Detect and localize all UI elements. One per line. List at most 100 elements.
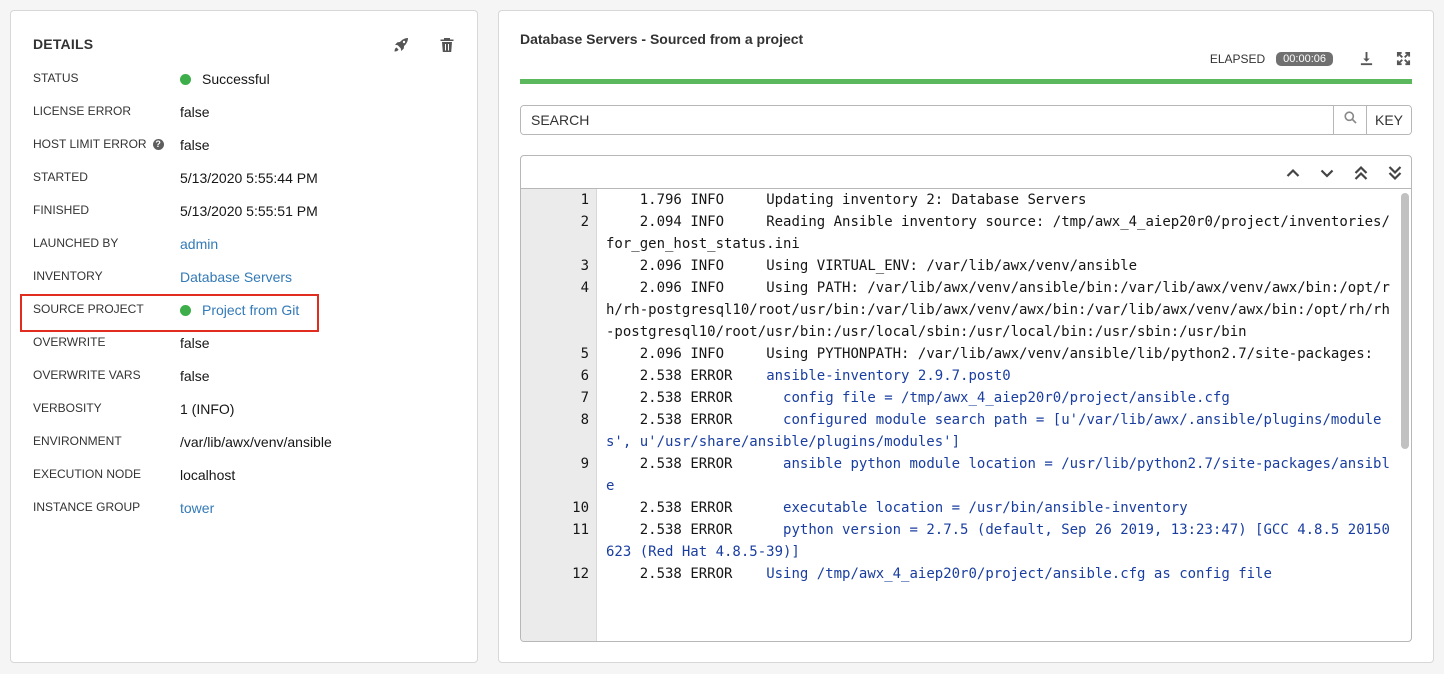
detail-label-text: EXECUTION NODE [33, 467, 142, 481]
detail-value-text[interactable]: tower [180, 500, 214, 516]
log-line: 3 2.096 INFO Using VIRTUAL_ENV: /var/lib… [521, 255, 1397, 277]
search-bar: KEY [520, 105, 1412, 135]
log-level: ERROR [690, 390, 733, 406]
detail-label: STATUS [33, 71, 79, 85]
detail-value-link[interactable]: Database Servers [180, 269, 292, 285]
log-scrollbar[interactable] [1401, 193, 1409, 449]
log-time: 2.094 [639, 214, 682, 230]
help-icon[interactable]: ? [152, 138, 164, 150]
log-level: INFO [690, 346, 725, 362]
line-number: 7 [580, 390, 589, 406]
detail-label: ENVIRONMENT [33, 434, 122, 448]
elapsed-label: ELAPSED [1209, 51, 1266, 66]
detail-label: OVERWRITE VARS [33, 368, 141, 382]
chevron-up-icon[interactable] [1285, 165, 1301, 181]
log-line: 10 2.538 ERROR executable location = /us… [521, 497, 1397, 519]
detail-value-text: 5/13/2020 5:55:51 PM [180, 203, 318, 219]
detail-label-text: HOST LIMIT ERROR [33, 137, 147, 151]
detail-value: false [180, 137, 210, 153]
log-text: 2.096 INFO Using PATH: /var/lib/awx/venv… [597, 277, 1397, 343]
log-text: 2.538 ERROR ansible python module locati… [597, 453, 1397, 497]
detail-row: HOST LIMIT ERROR? false [33, 131, 453, 164]
log-level: ERROR [690, 456, 733, 472]
detail-value-text: false [180, 137, 210, 153]
log-text: 2.538 ERROR python version = 2.7.5 (defa… [597, 519, 1397, 563]
log-line: 9 2.538 ERROR ansible python module loca… [521, 453, 1397, 497]
log-time: 2.538 [639, 500, 682, 516]
detail-value-link[interactable]: tower [180, 500, 214, 516]
detail-value-text: 1 (INFO) [180, 401, 235, 417]
log-line: 2 2.094 INFO Reading Ansible inventory s… [521, 211, 1397, 255]
detail-value: /var/lib/awx/venv/ansible [180, 434, 332, 450]
log-line: 12 2.538 ERROR Using /tmp/awx_4_aiep20r0… [521, 563, 1397, 585]
detail-label-text: OVERWRITE [33, 335, 106, 349]
chevron-down-icon[interactable] [1319, 165, 1335, 181]
log-line: 5 2.096 INFO Using PYTHONPATH: /var/lib/… [521, 343, 1397, 365]
log-time: 1.796 [639, 192, 682, 208]
detail-value-text[interactable]: Database Servers [180, 269, 292, 285]
detail-value-text: false [180, 335, 210, 351]
double-chevron-down-icon[interactable] [1387, 165, 1403, 181]
detail-label-text: STATUS [33, 71, 79, 85]
log-message: Using PATH: /var/lib/awx/venv/ansible/bi… [606, 280, 1390, 340]
detail-row: INSTANCE GROUP tower [33, 494, 453, 527]
download-icon[interactable] [1359, 51, 1374, 66]
line-number: 10 [572, 500, 589, 516]
detail-value-text: false [180, 368, 210, 384]
detail-value: false [180, 335, 210, 351]
line-number: 9 [580, 456, 589, 472]
line-number: 11 [572, 522, 589, 538]
line-number: 6 [580, 368, 589, 384]
log-scroll-controls [1285, 165, 1403, 181]
detail-value-text[interactable]: admin [180, 236, 218, 252]
detail-value: 5/13/2020 5:55:44 PM [180, 170, 318, 186]
key-button[interactable]: KEY [1366, 106, 1411, 134]
log-level: ERROR [690, 500, 733, 516]
details-actions [393, 37, 455, 53]
detail-value-link[interactable]: admin [180, 236, 218, 252]
log-text: 2.096 INFO Using PYTHONPATH: /var/lib/aw… [597, 343, 1397, 365]
details-title: DETAILS [33, 36, 94, 52]
log-level: ERROR [690, 368, 733, 384]
log-text: 2.094 INFO Reading Ansible inventory sou… [597, 211, 1397, 255]
log-message: ansible-inventory 2.9.7.post0 [766, 368, 1011, 384]
detail-value: false [180, 368, 210, 384]
job-progress-fill [520, 79, 1412, 84]
output-title: Database Servers - Sourced from a projec… [520, 31, 804, 47]
job-output-panel: Database Servers - Sourced from a projec… [498, 10, 1434, 663]
search-button[interactable] [1333, 106, 1366, 134]
log-text: 2.096 INFO Using VIRTUAL_ENV: /var/lib/a… [597, 255, 1397, 277]
status-dot-icon [180, 73, 191, 85]
log-time: 2.538 [639, 522, 682, 538]
detail-value: Successful [180, 71, 270, 87]
log-level: INFO [690, 192, 725, 208]
detail-label: STARTED [33, 170, 88, 184]
expand-icon[interactable] [1396, 51, 1411, 66]
line-number: 1 [580, 192, 589, 208]
log-level: INFO [690, 280, 725, 296]
detail-value-text: localhost [180, 467, 236, 483]
log-level: ERROR [690, 522, 733, 538]
line-number: 2 [580, 214, 589, 230]
log-line: 7 2.538 ERROR config file = /tmp/awx_4_a… [521, 387, 1397, 409]
detail-value-text: 5/13/2020 5:55:44 PM [180, 170, 318, 186]
elapsed-area: ELAPSED 00:00:06 [1210, 51, 1411, 66]
log-time: 2.096 [639, 280, 682, 296]
log-line: 4 2.096 INFO Using PATH: /var/lib/awx/ve… [521, 277, 1397, 343]
elapsed-badge: 00:00:06 [1276, 51, 1333, 66]
trash-icon[interactable] [439, 37, 455, 53]
detail-row: OVERWRITE false [33, 329, 453, 362]
log-text: 2.538 ERROR configured module search pat… [597, 409, 1397, 453]
line-number: 4 [580, 280, 589, 296]
detail-row: LAUNCHED BY admin [33, 230, 453, 263]
rocket-icon[interactable] [393, 37, 409, 53]
log-time: 2.538 [639, 566, 682, 582]
detail-label: INVENTORY [33, 269, 103, 283]
log-message: config file = /tmp/awx_4_aiep20r0/projec… [766, 390, 1230, 406]
search-input[interactable] [521, 106, 1333, 134]
detail-row: STARTED 5/13/2020 5:55:44 PM [33, 164, 453, 197]
double-chevron-up-icon[interactable] [1353, 165, 1369, 181]
log-line: 11 2.538 ERROR python version = 2.7.5 (d… [521, 519, 1397, 563]
job-progress-bar [520, 79, 1412, 84]
log-viewer: 1 1.796 INFO Updating inventory 2: Datab… [520, 155, 1412, 642]
